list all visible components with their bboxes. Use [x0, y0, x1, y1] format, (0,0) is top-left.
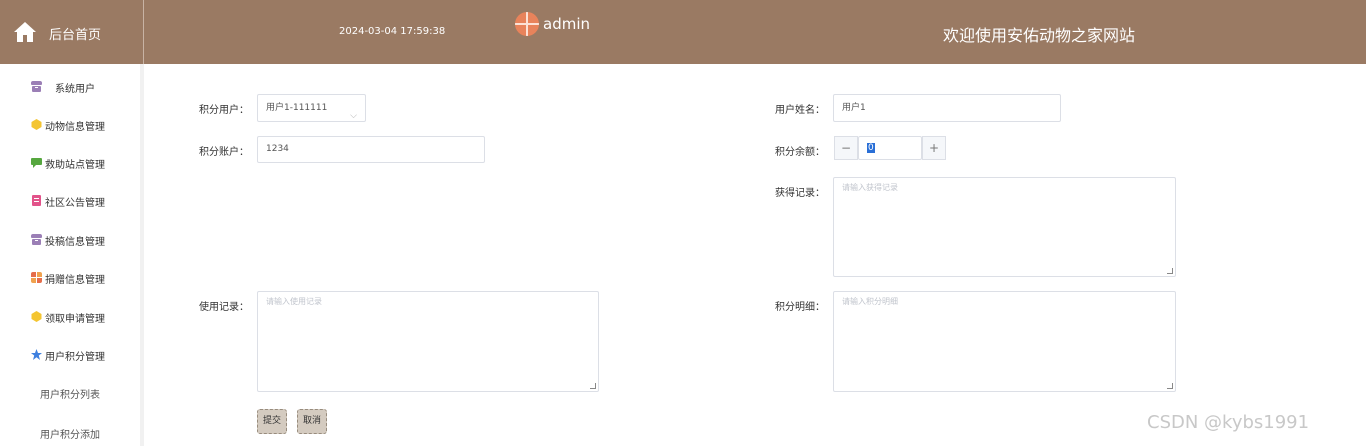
- account-label: 积分账户：: [199, 147, 249, 158]
- hexagon-icon: [31, 311, 42, 322]
- sidebar-item-label: 救助站点管理: [45, 160, 105, 171]
- sidebar-item-label: 用户积分管理: [45, 352, 105, 363]
- sidebar-item-label: 社区公告管理: [45, 198, 105, 209]
- user-label: 积分用户：: [199, 105, 249, 116]
- archive-icon: [31, 81, 42, 92]
- sidebar-item-donations[interactable]: 捐赠信息管理: [0, 269, 140, 289]
- name-input-value: 用户1: [842, 103, 866, 113]
- avatar[interactable]: [515, 12, 539, 36]
- account-input[interactable]: 1234: [257, 136, 485, 163]
- sidebar-item-adoption-requests[interactable]: 领取申请管理: [0, 308, 140, 328]
- watermark: CSDN @kybs1991: [1147, 412, 1310, 433]
- sidebar-item-label: 捐赠信息管理: [45, 275, 105, 286]
- document-icon: [32, 195, 41, 206]
- increment-button[interactable]: +: [922, 136, 946, 160]
- use-textarea[interactable]: 请输入使用记录: [257, 291, 599, 392]
- sidebar-item-label: 投稿信息管理: [45, 237, 105, 248]
- hexagon-icon: [31, 119, 42, 130]
- sidebar-subitem-points-add[interactable]: 用户积分添加: [0, 426, 140, 441]
- cancel-button[interactable]: 取消: [297, 409, 327, 434]
- balance-label: 积分余额：: [775, 147, 825, 158]
- balance-value: 0: [867, 143, 875, 153]
- sidebar-item-label: 领取申请管理: [45, 314, 105, 325]
- sidebar-subitem-points-list[interactable]: 用户积分列表: [0, 386, 140, 401]
- submit-button[interactable]: 提交: [257, 409, 287, 434]
- balance-stepper[interactable]: 0: [858, 136, 922, 160]
- name-input[interactable]: 用户1: [833, 94, 1061, 122]
- message-icon: [31, 158, 42, 168]
- grid-icon: [31, 272, 42, 283]
- user-select[interactable]: 用户1-111111 ⌵: [257, 94, 366, 122]
- earn-label: 获得记录：: [775, 188, 825, 199]
- user-select-value: 用户1-111111: [266, 103, 328, 113]
- username[interactable]: admin: [543, 15, 590, 33]
- decrement-button[interactable]: −: [834, 136, 858, 160]
- sidebar-item-stations[interactable]: 救助站点管理: [0, 154, 140, 174]
- account-input-value: 1234: [266, 144, 289, 154]
- sidebar-item-user-points[interactable]: 用户积分管理: [0, 346, 140, 366]
- home-link[interactable]: 后台首页: [0, 0, 144, 64]
- chevron-down-icon: ⌵: [350, 111, 357, 121]
- sidebar: 系统用户 动物信息管理 救助站点管理 社区公告管理 投稿信息管理 捐赠信息管理: [0, 64, 144, 446]
- star-icon: [31, 349, 42, 360]
- sidebar-item-label: 动物信息管理: [45, 122, 105, 133]
- archive-icon: [31, 234, 42, 245]
- detail-label: 积分明细：: [775, 302, 825, 313]
- sidebar-item-animals[interactable]: 动物信息管理: [0, 116, 140, 136]
- top-header: 后台首页 2024-03-04 17:59:38 admin 欢迎使用安佑动物之…: [0, 0, 1366, 64]
- home-label: 后台首页: [49, 28, 102, 43]
- sidebar-item-submissions[interactable]: 投稿信息管理: [0, 231, 140, 251]
- use-label: 使用记录：: [199, 302, 249, 313]
- name-label: 用户姓名：: [775, 105, 825, 116]
- current-datetime: 2024-03-04 17:59:38: [339, 26, 446, 37]
- sidebar-item-notices[interactable]: 社区公告管理: [0, 192, 140, 212]
- earn-textarea[interactable]: 请输入获得记录: [833, 177, 1176, 277]
- site-welcome-title: 欢迎使用安佑动物之家网站: [943, 26, 1136, 45]
- home-icon: [14, 22, 36, 42]
- sidebar-item-system-users[interactable]: 系统用户: [0, 78, 140, 98]
- detail-textarea[interactable]: 请输入积分明细: [833, 291, 1176, 392]
- sidebar-item-label: 系统用户: [55, 84, 95, 95]
- main-form: 积分用户： 用户1-111111 ⌵ 用户姓名： 用户1 积分账户： 1234 …: [148, 64, 1366, 446]
